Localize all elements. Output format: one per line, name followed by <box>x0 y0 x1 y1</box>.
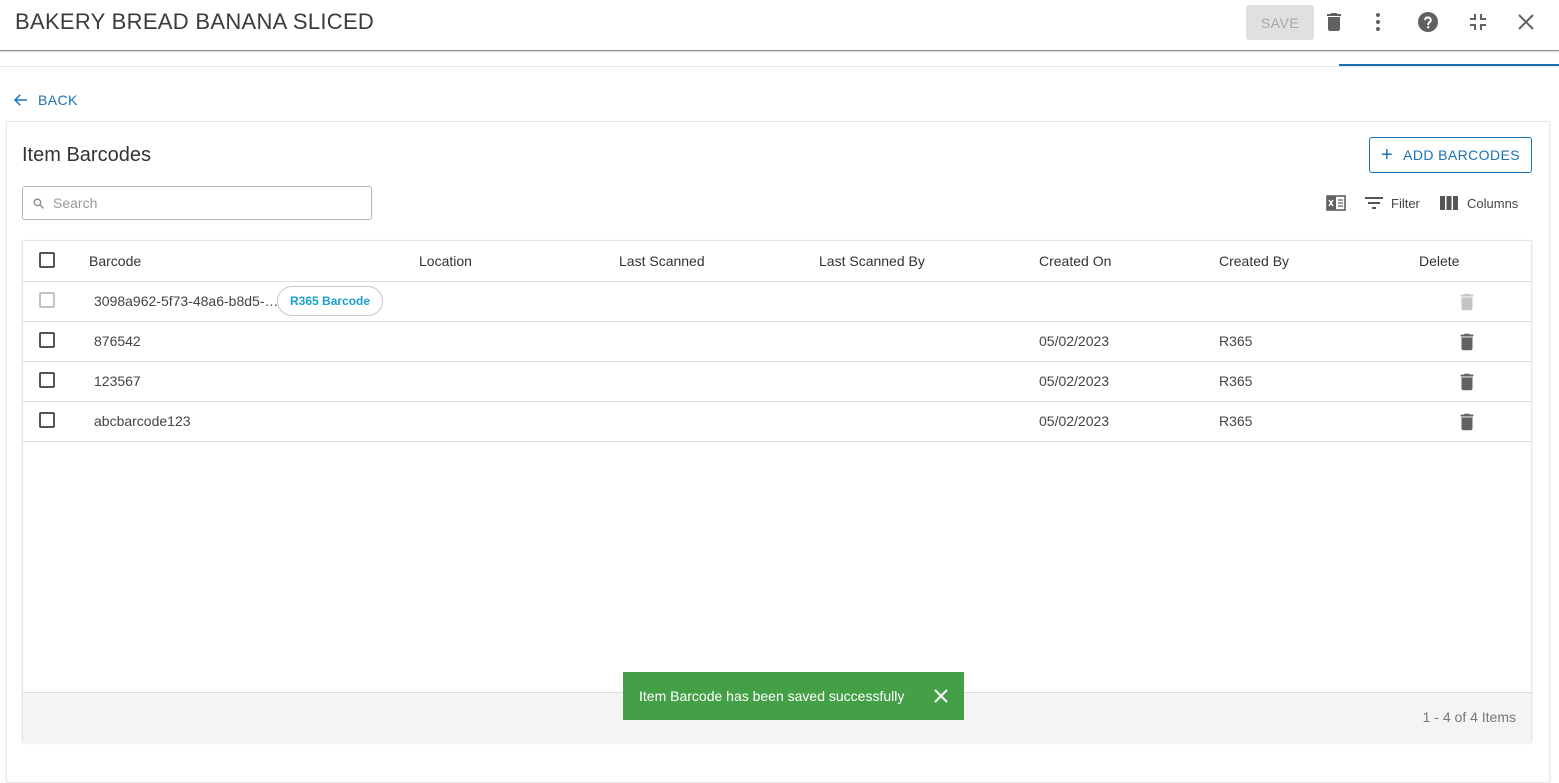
header-last-scanned-by[interactable]: Last Scanned By <box>819 241 925 281</box>
barcodes-table: Barcode Location Last Scanned Last Scann… <box>22 240 1532 743</box>
created-by-cell: R365 <box>1219 333 1253 349</box>
created-on-cell: 05/02/2023 <box>1039 413 1110 429</box>
header-created-on[interactable]: Created On <box>1039 241 1111 281</box>
table-row: abcbarcode123 05/02/2023 R365 <box>23 401 1531 442</box>
save-button[interactable]: SAVE <box>1246 5 1314 40</box>
tab-divider <box>0 66 1559 67</box>
collapse-icon[interactable] <box>1466 10 1490 34</box>
page-title: BAKERY BREAD BANANA SLICED <box>15 9 375 34</box>
close-icon[interactable] <box>1514 10 1538 34</box>
delete-icon[interactable] <box>1456 411 1478 433</box>
back-label: BACK <box>38 92 78 108</box>
arrow-left-icon <box>13 94 27 106</box>
table-row: 123567 05/02/2023 R365 <box>23 361 1531 402</box>
delete-icon <box>1456 291 1478 313</box>
filter-icon <box>1365 197 1383 209</box>
row-checkbox[interactable] <box>39 372 55 388</box>
trash-icon[interactable] <box>1322 10 1346 34</box>
barcode-cell: abcbarcode123 <box>94 413 191 429</box>
search-input[interactable] <box>53 195 353 211</box>
toast-message: Item Barcode has been saved successfully <box>639 688 905 704</box>
delete-icon[interactable] <box>1456 331 1478 353</box>
search-icon <box>33 198 44 209</box>
table-row: 876542 05/02/2023 R365 <box>23 321 1531 362</box>
r365-barcode-chip: R365 Barcode <box>277 286 384 316</box>
back-link[interactable]: BACK <box>12 90 78 110</box>
created-on-cell: 05/02/2023 <box>1039 373 1110 389</box>
created-on-cell: 05/02/2023 <box>1039 333 1110 349</box>
table-header: Barcode Location Last Scanned Last Scann… <box>23 241 1531 282</box>
row-checkbox <box>39 292 55 308</box>
excel-export-icon[interactable] <box>1326 193 1346 213</box>
top-bar: BAKERY BREAD BANANA SLICED SAVE <box>0 0 1559 51</box>
columns-label: Columns <box>1467 195 1519 211</box>
header-delete: Delete <box>1419 253 1460 269</box>
close-icon[interactable] <box>932 687 950 705</box>
barcode-cell: 123567 <box>94 373 141 389</box>
header-last-scanned[interactable]: Last Scanned <box>619 241 705 281</box>
search-box[interactable] <box>22 186 372 220</box>
barcode-cell: 3098a962-5f73-48a6-b8d5-… <box>94 293 279 309</box>
row-checkbox[interactable] <box>39 412 55 428</box>
row-checkbox[interactable] <box>39 332 55 348</box>
barcode-cell: 876542 <box>94 333 141 349</box>
header-location[interactable]: Location <box>419 241 472 281</box>
pager-info: 1 - 4 of 4 Items <box>1422 709 1516 725</box>
add-barcodes-button[interactable]: + ADD BARCODES <box>1369 137 1532 173</box>
filter-button[interactable]: Filter <box>1365 193 1420 213</box>
filter-label: Filter <box>1391 195 1420 211</box>
header-created-by[interactable]: Created By <box>1219 241 1289 281</box>
section-title: Item Barcodes <box>22 144 151 166</box>
select-all-checkbox[interactable] <box>39 252 55 268</box>
created-by-cell: R365 <box>1219 373 1253 389</box>
success-toast: Item Barcode has been saved successfully <box>623 672 964 720</box>
table-row: 3098a962-5f73-48a6-b8d5-… R365 Barcode <box>23 281 1531 322</box>
plus-icon: + <box>1381 144 1394 166</box>
active-tab-indicator <box>1339 64 1559 66</box>
delete-icon[interactable] <box>1456 371 1478 393</box>
created-by-cell: R365 <box>1219 413 1253 429</box>
add-barcodes-label: ADD BARCODES <box>1403 147 1520 163</box>
help-icon[interactable] <box>1416 10 1440 34</box>
header-barcode[interactable]: Barcode <box>89 241 141 281</box>
columns-button[interactable]: Columns <box>1440 193 1518 213</box>
columns-icon <box>1440 196 1458 210</box>
more-vert-icon[interactable] <box>1366 10 1390 34</box>
